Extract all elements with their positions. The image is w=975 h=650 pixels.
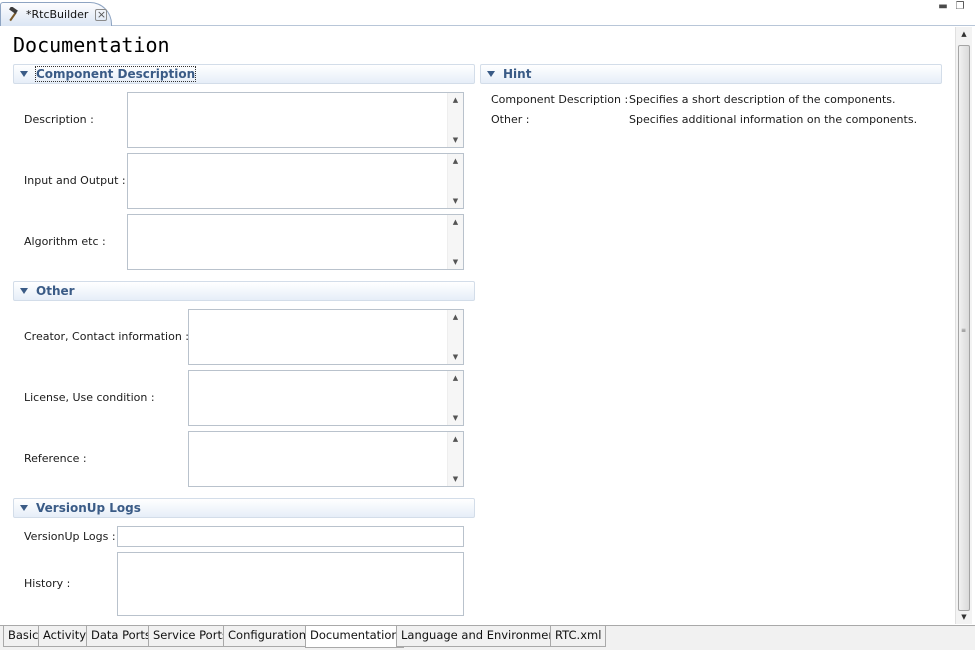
page-tab-rtc-xml[interactable]: RTC.xml (550, 626, 607, 647)
scroll-up-icon[interactable]: ▲ (448, 435, 463, 443)
history-textarea[interactable] (117, 552, 464, 616)
section-title-other: Other (36, 284, 75, 298)
history-label: History : (24, 577, 71, 590)
section-header-component-description[interactable]: Component Description (13, 64, 475, 84)
hint-term-component-description: Component Description : (491, 93, 629, 106)
close-icon[interactable]: × (95, 8, 108, 21)
input-output-scrollbar[interactable]: ▲ ▼ (447, 154, 463, 208)
grip-icon: ≡ (961, 327, 967, 334)
scroll-up-icon[interactable]: ▲ (448, 313, 463, 321)
versionup-logs-label: VersionUp Logs : (24, 530, 116, 543)
reference-scrollbar[interactable]: ▲ ▼ (447, 432, 463, 486)
algorithm-textarea[interactable]: ▲ ▼ (127, 214, 464, 270)
scroll-down-icon[interactable]: ▼ (956, 613, 972, 621)
reference-textarea[interactable]: ▲ ▼ (188, 431, 464, 487)
section-header-versionup-logs[interactable]: VersionUp Logs (13, 498, 475, 518)
hint-text-component-description: Specifies a short description of the com… (629, 93, 896, 106)
page-scrollbar[interactable]: ▲ ≡ ▼ (955, 27, 972, 624)
hint-term-other: Other : (491, 113, 530, 126)
collapse-triangle-icon[interactable] (20, 71, 28, 77)
reference-label: Reference : (24, 452, 87, 465)
scrollbar-thumb[interactable]: ≡ (958, 45, 970, 611)
scroll-up-icon[interactable]: ▲ (956, 30, 972, 38)
input-output-textarea[interactable]: ▲ ▼ (127, 153, 464, 209)
page-tab-language-environment[interactable]: Language and Environment (396, 626, 566, 647)
license-textarea[interactable]: ▲ ▼ (188, 370, 464, 426)
page-tab-configuration[interactable]: Configuration (223, 626, 311, 647)
scroll-up-icon[interactable]: ▲ (448, 157, 463, 165)
editor-tab-bar: *RtcBuilder × ▬ ❐ (0, 0, 975, 26)
versionup-logs-input[interactable] (117, 526, 464, 547)
scroll-up-icon[interactable]: ▲ (448, 374, 463, 382)
editor-tab-rtcbuilder[interactable]: *RtcBuilder × (0, 2, 112, 26)
creator-scrollbar[interactable]: ▲ ▼ (447, 310, 463, 364)
input-output-label: Input and Output : (24, 174, 126, 187)
hammer-icon (6, 5, 22, 23)
description-label: Description : (24, 113, 94, 126)
description-textarea[interactable]: ▲ ▼ (127, 92, 464, 148)
minimize-icon[interactable]: ▬ (937, 2, 949, 13)
scroll-down-icon[interactable]: ▼ (448, 258, 463, 266)
section-header-hint[interactable]: Hint (480, 64, 942, 84)
page-tab-service-ports[interactable]: Service Ports (148, 626, 233, 647)
license-scrollbar[interactable]: ▲ ▼ (447, 371, 463, 425)
section-title-component-description: Component Description (34, 66, 197, 82)
page-tab-documentation[interactable]: Documentation (305, 626, 404, 648)
page-tab-activity[interactable]: Activity (38, 626, 92, 647)
collapse-triangle-icon[interactable] (487, 71, 495, 77)
license-label: License, Use condition : (24, 391, 155, 404)
scroll-up-icon[interactable]: ▲ (448, 96, 463, 104)
section-header-other[interactable]: Other (13, 281, 475, 301)
algorithm-label: Algorithm etc : (24, 235, 106, 248)
scroll-up-icon[interactable]: ▲ (448, 218, 463, 226)
restore-icon[interactable]: ❐ (954, 2, 966, 13)
scroll-down-icon[interactable]: ▼ (448, 414, 463, 422)
page-tab-bar: Basic Activity Data Ports Service Ports … (0, 625, 975, 650)
collapse-triangle-icon[interactable] (20, 288, 28, 294)
page-tab-data-ports[interactable]: Data Ports (86, 626, 156, 647)
editor-tab-title: *RtcBuilder (26, 8, 89, 21)
creator-label: Creator, Contact information : (24, 330, 190, 343)
hint-text-other: Specifies additional information on the … (629, 113, 918, 126)
scroll-down-icon[interactable]: ▼ (448, 136, 463, 144)
form-title: Documentation (13, 33, 170, 57)
description-scrollbar[interactable]: ▲ ▼ (447, 93, 463, 147)
section-title-hint: Hint (503, 67, 532, 81)
section-title-versionup-logs: VersionUp Logs (36, 501, 141, 515)
scroll-down-icon[interactable]: ▼ (448, 353, 463, 361)
creator-textarea[interactable]: ▲ ▼ (188, 309, 464, 365)
scroll-down-icon[interactable]: ▼ (448, 197, 463, 205)
scroll-down-icon[interactable]: ▼ (448, 475, 463, 483)
collapse-triangle-icon[interactable] (20, 505, 28, 511)
algorithm-scrollbar[interactable]: ▲ ▼ (447, 215, 463, 269)
